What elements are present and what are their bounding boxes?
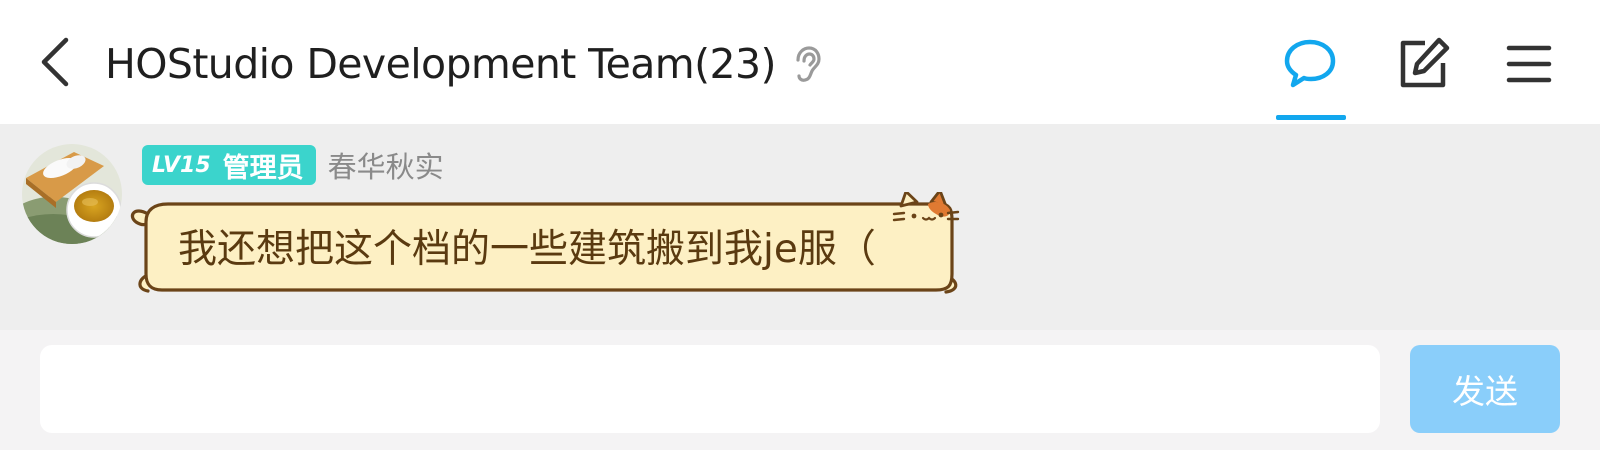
message-input[interactable] xyxy=(40,345,1380,433)
group-title: HOStudio Development Team(23) xyxy=(105,40,777,88)
message-list[interactable]: LV15 管理员 春华秋实 我还想把这个档的一些建筑搬到我je服（ xyxy=(0,124,1600,330)
level-badge: LV15 管理员 xyxy=(142,145,316,185)
send-button[interactable]: 发送 xyxy=(1410,345,1560,433)
chevron-left-icon xyxy=(41,37,69,87)
menu-button[interactable] xyxy=(1497,32,1561,96)
message-text[interactable]: 我还想把这个档的一些建筑搬到我je服（ xyxy=(178,212,876,287)
edit-icon xyxy=(1400,37,1450,88)
input-bar: 发送 xyxy=(0,330,1600,450)
ear-icon[interactable] xyxy=(790,44,822,84)
chat-bubble-icon xyxy=(1284,39,1336,88)
message-meta: LV15 管理员 春华秋实 xyxy=(142,145,444,185)
tea-cup-avatar-icon xyxy=(22,144,122,244)
level-text: LV15 xyxy=(152,152,211,178)
hamburger-menu-icon xyxy=(1506,45,1552,83)
group-title-row[interactable]: HOStudio Development Team(23) xyxy=(105,36,822,92)
avatar[interactable] xyxy=(22,144,122,244)
message-bubble[interactable]: 我还想把这个档的一些建筑搬到我je服（ xyxy=(128,192,983,312)
edit-button[interactable] xyxy=(1391,32,1455,96)
back-button[interactable] xyxy=(30,34,78,90)
chat-header: HOStudio Development Team(23) xyxy=(0,0,1600,124)
sender-name[interactable]: 春华秋实 xyxy=(328,144,444,186)
active-tab-indicator xyxy=(1276,115,1346,120)
chat-tab[interactable] xyxy=(1278,32,1342,96)
role-text: 管理员 xyxy=(222,152,304,184)
